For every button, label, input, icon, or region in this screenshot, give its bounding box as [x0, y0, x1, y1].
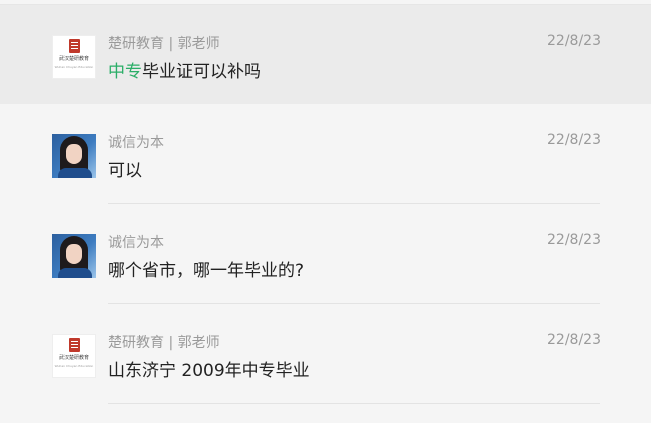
sender-name: 诚信为本 [108, 235, 164, 251]
sender-name: 诚信为本 [108, 135, 164, 151]
message-time: 22/8/23 [547, 33, 601, 49]
message-text: 毕业证可以补吗 [142, 62, 261, 82]
message-content: 可以 [108, 156, 142, 181]
message-time: 22/8/23 [547, 232, 601, 248]
logo-subtext: Wuhan Chuyan Education [54, 65, 94, 69]
message-text: 可以 [108, 161, 142, 181]
sender-name: 楚研教育 | 郭老师 [108, 335, 220, 351]
highlighted-keyword: 中专 [108, 62, 142, 82]
avatar[interactable]: 武汉楚研教育 Wuhan Chuyan Education [52, 334, 96, 378]
logo-text: 武汉楚研教育 [58, 56, 89, 62]
seal-logo-icon [69, 39, 80, 53]
message-content: 中专毕业证可以补吗 [108, 57, 261, 82]
chat-message[interactable]: 诚信为本 22/8/23 哪个省市，哪一年毕业的? [0, 204, 651, 304]
logo-subtext: Wuhan Chuyan Education [54, 364, 94, 368]
message-content: 哪个省市，哪一年毕业的? [108, 256, 304, 281]
logo-text: 武汉楚研教育 [58, 355, 89, 361]
message-text: 山东济宁 2009年中专毕业 [108, 361, 310, 381]
avatar[interactable] [52, 134, 96, 178]
message-time: 22/8/23 [547, 332, 601, 348]
message-text: 哪个省市，哪一年毕业的? [108, 261, 305, 281]
divider [108, 403, 600, 404]
message-time: 22/8/23 [547, 132, 601, 148]
sender-name: 楚研教育 | 郭老师 [108, 36, 220, 52]
chat-message[interactable]: 诚信为本 22/8/23 可以 [0, 104, 651, 204]
avatar[interactable]: 武汉楚研教育 Wuhan Chuyan Education [52, 35, 96, 79]
chat-message[interactable]: 武汉楚研教育 Wuhan Chuyan Education 楚研教育 | 郭老师… [0, 304, 651, 404]
chat-message[interactable]: 武汉楚研教育 Wuhan Chuyan Education 楚研教育 | 郭老师… [0, 4, 651, 104]
chat-message-list: 武汉楚研教育 Wuhan Chuyan Education 楚研教育 | 郭老师… [0, 0, 651, 423]
seal-logo-icon [69, 338, 80, 352]
avatar[interactable] [52, 234, 96, 278]
message-content: 山东济宁 2009年中专毕业 [108, 356, 310, 381]
